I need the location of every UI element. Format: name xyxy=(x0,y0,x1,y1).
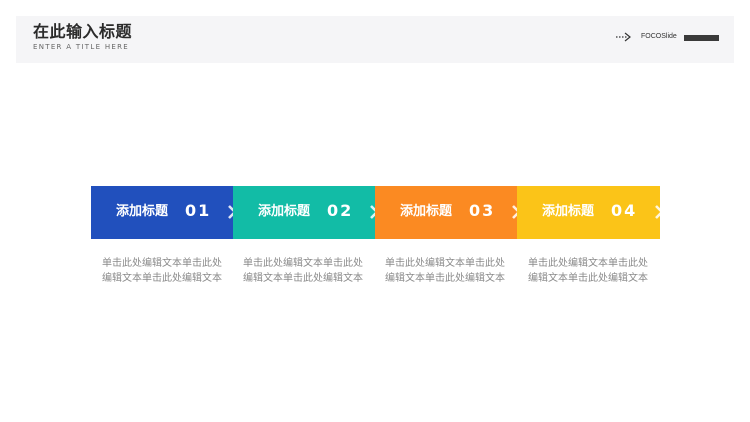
step-2[interactable]: 添加标题 02 xyxy=(233,186,379,239)
step-label: 添加标题 xyxy=(542,204,595,219)
step-3-description: 单击此处编辑文本单击此处编辑文本单击此处编辑文本 xyxy=(385,258,505,284)
dotted-arrow-icon xyxy=(616,32,631,42)
step-1-description: 单击此处编辑文本单击此处编辑文本单击此处编辑文本 xyxy=(102,258,222,284)
step-number: 03 xyxy=(469,201,496,220)
brand-bar xyxy=(684,35,719,41)
step-label: 添加标题 xyxy=(116,204,169,219)
step-number: 01 xyxy=(185,201,212,220)
step-label: 添加标题 xyxy=(400,204,453,219)
process-steps: 添加标题 01 添加标题 02 添加标题 03 添加标题 04 xyxy=(91,186,664,239)
step-number: 04 xyxy=(611,201,638,220)
step-4-description: 单击此处编辑文本单击此处编辑文本单击此处编辑文本 xyxy=(528,258,648,284)
step-label: 添加标题 xyxy=(258,204,311,219)
brand-name: FOCOSlide xyxy=(641,33,677,40)
step-4[interactable]: 添加标题 04 xyxy=(517,186,664,239)
step-3[interactable]: 添加标题 03 xyxy=(375,186,521,239)
page-subtitle: ENTER A TITLE HERE xyxy=(33,43,129,51)
page-title: 在此输入标题 xyxy=(33,22,133,41)
step-1[interactable]: 添加标题 01 xyxy=(91,186,237,239)
step-number: 02 xyxy=(327,201,354,220)
header-bar: 在此输入标题 ENTER A TITLE HERE FOCOSlide xyxy=(16,16,734,63)
chevron-right-icon xyxy=(655,205,664,219)
step-2-description: 单击此处编辑文本单击此处编辑文本单击此处编辑文本 xyxy=(243,258,363,284)
